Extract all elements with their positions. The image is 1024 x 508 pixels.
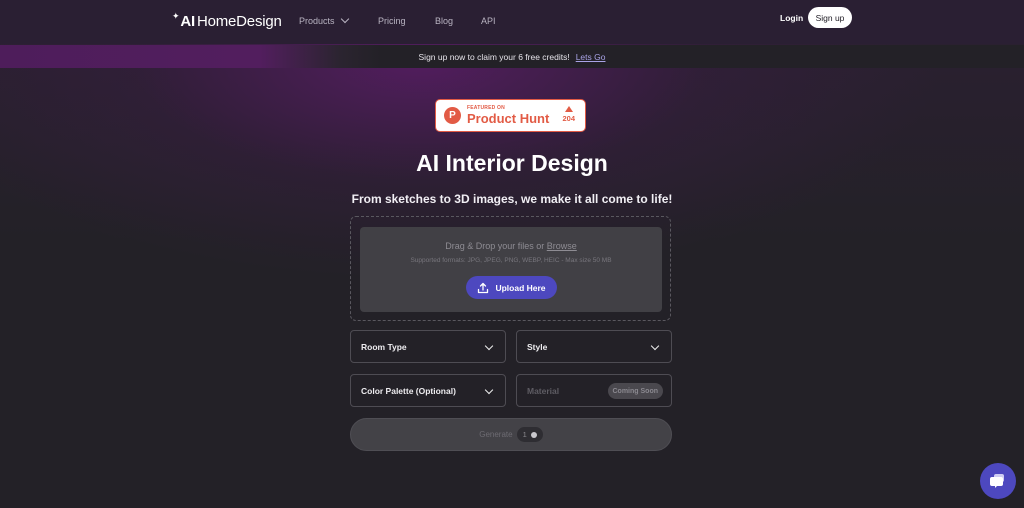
vote-count: 204	[562, 106, 575, 123]
generate-button[interactable]: Generate 1	[350, 418, 672, 451]
logo-prefix: AI	[180, 13, 195, 30]
drag-drop-prompt: Drag & Drop your files or	[445, 241, 545, 251]
nav-products-label: Products	[299, 16, 335, 26]
nav-pricing[interactable]: Pricing	[378, 16, 406, 26]
material-label: Material	[527, 385, 560, 396]
product-hunt-logo-icon: P	[444, 107, 461, 124]
chevron-down-icon	[340, 14, 349, 24]
top-navbar: ✦ AI HomeDesign Products Pricing Blog AP…	[0, 0, 1024, 44]
room-type-label: Room Type	[361, 341, 407, 352]
product-hunt-badge[interactable]: P FEATURED ON Product Hunt 204	[435, 99, 586, 132]
chat-bubble-icon	[990, 474, 1004, 488]
chevron-down-icon	[484, 341, 494, 351]
upload-button-label: Upload Here	[495, 282, 546, 293]
upload-button[interactable]: Upload Here	[466, 276, 557, 299]
dropzone-inner[interactable]: Drag & Drop your files or Browse Support…	[360, 227, 662, 312]
supported-formats: Supported formats: JPG, JPEG, PNG, WEBP,…	[410, 257, 612, 264]
room-type-select[interactable]: Room Type	[350, 330, 506, 363]
promo-text: Sign up now to claim your 6 free credits…	[418, 51, 570, 62]
style-label: Style	[527, 341, 548, 352]
material-select: Material Coming Soon	[516, 374, 672, 407]
credit-count: 1	[522, 430, 527, 439]
credit-cost-pill: 1	[516, 427, 543, 442]
coin-icon	[530, 431, 537, 438]
nav-blog[interactable]: Blog	[435, 16, 453, 26]
promo-banner: Sign up now to claim your 6 free credits…	[0, 45, 1024, 68]
upload-dropzone[interactable]: Drag & Drop your files or Browse Support…	[350, 216, 671, 321]
drag-drop-text: Drag & Drop your files or Browse	[360, 241, 662, 251]
color-palette-label: Color Palette (Optional)	[361, 385, 456, 396]
chevron-down-icon	[650, 341, 660, 351]
logo[interactable]: ✦ AI HomeDesign	[172, 11, 282, 30]
chat-widget-button[interactable]	[980, 463, 1016, 499]
promo-link[interactable]: Lets Go	[576, 52, 606, 62]
style-select[interactable]: Style	[516, 330, 672, 363]
chevron-down-icon	[484, 385, 494, 395]
logo-name: HomeDesign	[196, 13, 282, 30]
browse-link[interactable]: Browse	[547, 241, 577, 251]
upvote-triangle-icon	[564, 106, 573, 112]
product-hunt-name: Product Hunt	[467, 111, 550, 126]
page-subtitle: From sketches to 3D images, we make it a…	[351, 192, 673, 206]
nav-products[interactable]: Products	[299, 14, 349, 26]
coming-soon-badge: Coming Soon	[607, 383, 663, 399]
login-link[interactable]: Login	[780, 13, 803, 23]
nav-api[interactable]: API	[481, 16, 496, 26]
vote-number: 204	[562, 114, 575, 123]
sparkle-icon: ✦	[172, 11, 180, 21]
generate-label: Generate	[479, 430, 513, 439]
page-title: AI Interior Design	[416, 150, 608, 176]
signup-button[interactable]: Sign up	[808, 7, 852, 28]
upload-icon	[478, 282, 489, 293]
color-palette-select[interactable]: Color Palette (Optional)	[350, 374, 506, 407]
